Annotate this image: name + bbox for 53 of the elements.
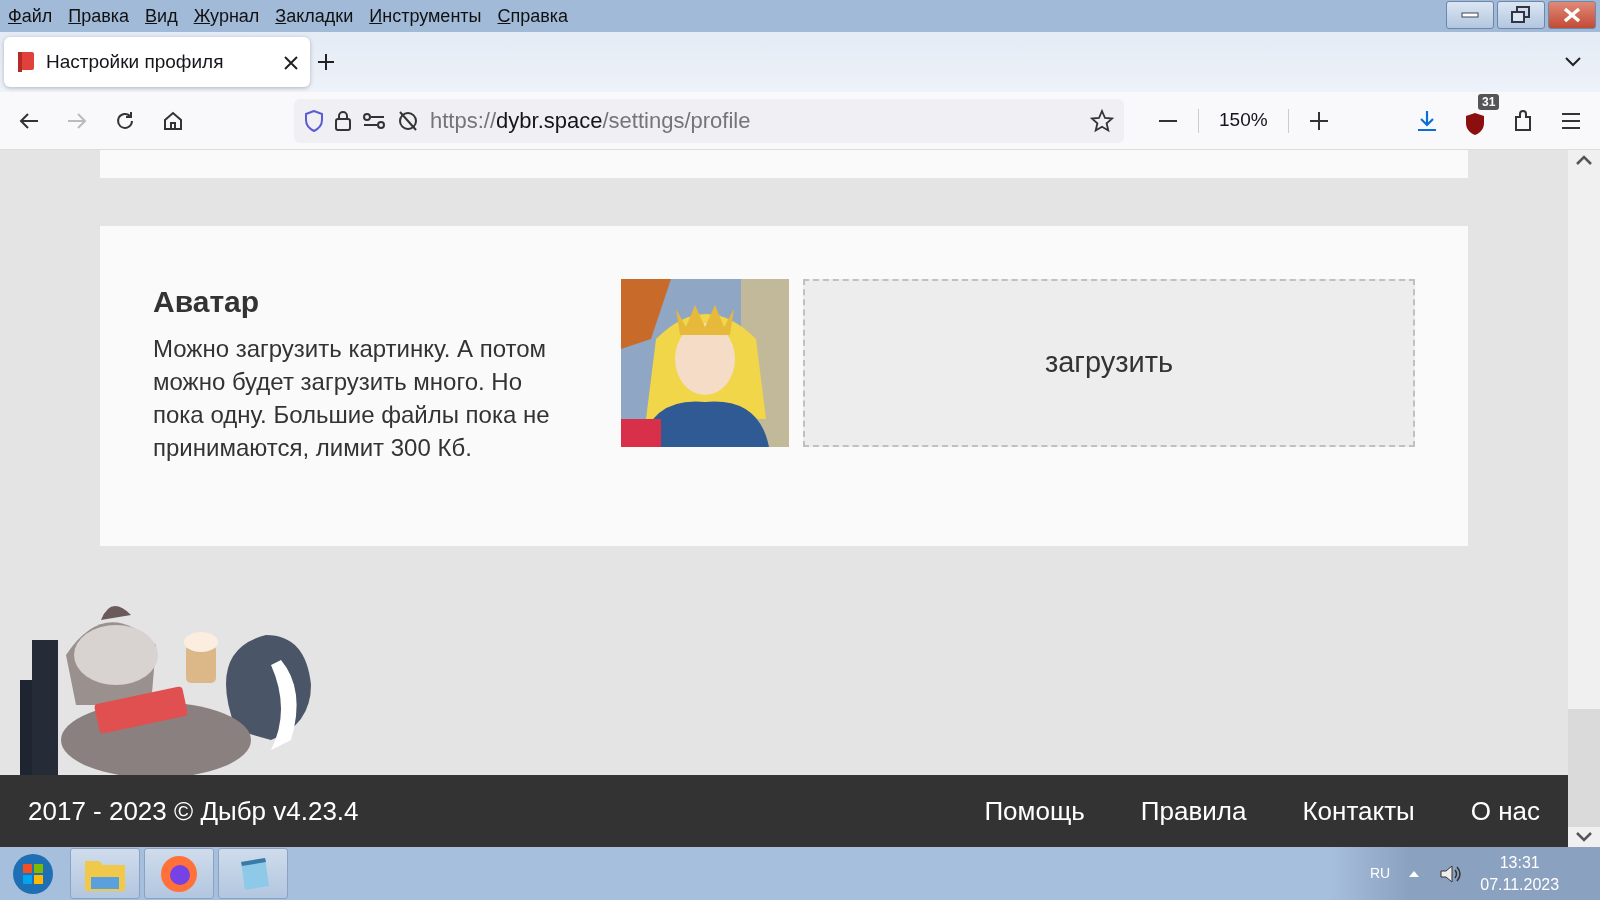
plus-icon — [1308, 110, 1329, 131]
footer-link[interactable]: Помощь — [984, 791, 1085, 831]
permissions-icon[interactable] — [362, 110, 386, 131]
menu-item[interactable]: Вид — [137, 2, 186, 30]
tracking-blocked-icon[interactable] — [396, 109, 420, 132]
zoom-level-button[interactable]: 150% — [1213, 100, 1274, 141]
plus-icon — [316, 52, 336, 72]
minus-icon — [1158, 118, 1178, 123]
forward-arrow-icon — [66, 110, 88, 131]
extension-badge: 31 — [1478, 93, 1500, 110]
lock-icon[interactable] — [334, 109, 352, 132]
address-bar[interactable]: https://dybr.space/settings/profile — [294, 98, 1124, 143]
book-icon — [16, 51, 36, 73]
tray-expand-icon[interactable] — [1408, 869, 1421, 878]
restore-button[interactable] — [1497, 1, 1545, 29]
windows-orb-icon — [11, 851, 55, 896]
chevron-icon — [1564, 56, 1582, 68]
menu-item[interactable]: Файл — [0, 2, 61, 30]
url-text[interactable]: https://dybr.space/settings/profile — [430, 104, 751, 137]
footer-link[interactable]: О нас — [1470, 791, 1540, 831]
taskbar-app-button[interactable] — [218, 848, 288, 899]
footer-link[interactable]: Контакты — [1302, 791, 1415, 831]
restore-icon — [1511, 6, 1531, 24]
shield-icon[interactable] — [304, 109, 324, 132]
menu-item[interactable]: Закладки — [267, 2, 362, 30]
shield-icon — [1464, 111, 1486, 136]
minimize-button[interactable] — [1446, 1, 1494, 29]
back-arrow-icon — [18, 110, 40, 131]
browser-icon — [159, 853, 199, 894]
copyright-text: 2017 - 2023 © Дыбр v4.23.4 — [28, 794, 359, 828]
reload-icon — [114, 109, 136, 132]
upload-dropzone[interactable]: загрузить — [803, 279, 1415, 447]
close-window-button[interactable] — [1548, 1, 1596, 29]
chevron-up-icon — [1575, 154, 1593, 166]
taskbar-app-button[interactable] — [144, 848, 214, 899]
star-icon[interactable] — [1090, 108, 1114, 133]
menu-item[interactable]: Правка — [60, 2, 138, 30]
scrollbar-thumb[interactable] — [1568, 709, 1600, 827]
menu-icon — [1560, 111, 1582, 130]
menu-item[interactable]: Инструменты — [361, 2, 490, 30]
browser-tab[interactable]: Настройки профиля — [4, 37, 310, 87]
footer-link[interactable]: Правила — [1140, 791, 1247, 831]
close-icon — [1562, 7, 1582, 23]
minimize-icon — [1461, 12, 1479, 18]
section-heading: Аватар — [153, 284, 261, 320]
section-description: Можно загрузить картинку. А потом можно будет загрузить много. Но пока одну. Большие файлы пока не принимаются, лимит 300 Кб. — [153, 334, 551, 463]
menu-item[interactable]: Справка — [489, 2, 577, 30]
home-icon — [162, 109, 184, 132]
tab-title: Настройки профиля — [46, 49, 224, 74]
menu-item[interactable]: Журнал — [185, 2, 268, 30]
puzzle-icon — [1512, 108, 1534, 133]
chevron-down-icon — [1575, 831, 1593, 843]
download-icon — [1416, 108, 1438, 133]
